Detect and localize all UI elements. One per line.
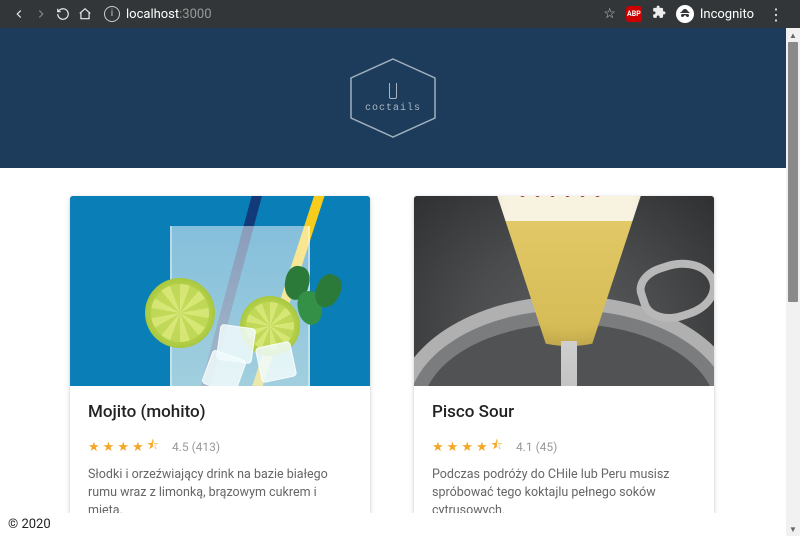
rating-value: 4.1 [516,440,533,454]
star-icon: ★ [447,440,459,455]
browser-menu-button[interactable]: ⋮ [764,5,788,24]
copyright: © 2020 [8,517,51,532]
scroll-down-button[interactable]: ▼ [786,522,800,536]
recipe-title: Mojito (mohito) [88,402,352,422]
recipe-rating: ★ ★ ★ ★ ⯪ 4.5 (413) [88,436,352,458]
toolbar-right: ☆ ABP Incognito ⋮ [603,5,792,24]
url-host: localhost [126,7,179,22]
recipe-image [70,196,370,386]
recipe-image [414,196,714,386]
reload-button[interactable] [52,3,74,25]
browser-toolbar: i localhost:3000 ☆ ABP Incognito ⋮ [0,0,800,28]
site-header: coctails [0,28,786,168]
recipe-rating: ★ ★ ★ ★ ⯪ 4.1 (45) [432,436,696,458]
abp-extension-icon[interactable]: ABP [626,6,642,22]
forward-button[interactable] [30,3,52,25]
back-button[interactable] [8,3,30,25]
star-icon: ★ [103,440,115,455]
star-icon: ★ [476,440,488,455]
recipe-title: Pisco Sour [432,402,696,422]
page-viewport: coctails [0,28,786,536]
recipe-card[interactable]: Pisco Sour ★ ★ ★ ★ ⯪ 4.1 (45) Podczas po… [414,196,714,536]
rating-count: (413) [192,440,221,454]
site-footer: © 2020 [0,513,786,536]
rating-count: (45) [536,440,558,454]
recipe-card[interactable]: Mojito (mohito) ★ ★ ★ ★ ⯪ 4.5 (413) Słod… [70,196,370,536]
site-logo[interactable]: coctails [343,56,443,140]
card-grid: Mojito (mohito) ★ ★ ★ ★ ⯪ 4.5 (413) Słod… [0,168,786,536]
url-port: :3000 [179,7,211,22]
logo-text: coctails [365,103,421,114]
incognito-icon [676,5,694,23]
star-icon: ★ [117,440,129,455]
scroll-up-button[interactable]: ▲ [786,28,800,42]
vertical-scrollbar[interactable]: ▲ ▼ [786,28,800,536]
extensions-icon[interactable] [652,5,666,23]
scrollbar-thumb[interactable] [788,42,798,302]
star-icon: ★ [132,440,144,455]
star-icon: ★ [461,440,473,455]
home-button[interactable] [74,3,96,25]
star-icon: ★ [432,440,444,455]
glass-icon [389,83,397,99]
star-half-icon: ⯪ [491,436,503,458]
incognito-label: Incognito [700,7,754,22]
incognito-indicator: Incognito [676,5,754,23]
rating-value: 4.5 [172,440,189,454]
star-half-icon: ⯪ [147,436,159,458]
site-info-icon[interactable]: i [104,6,120,22]
bookmark-icon[interactable]: ☆ [603,6,616,22]
address-bar[interactable]: i localhost:3000 [104,6,212,22]
star-icon: ★ [88,440,100,455]
